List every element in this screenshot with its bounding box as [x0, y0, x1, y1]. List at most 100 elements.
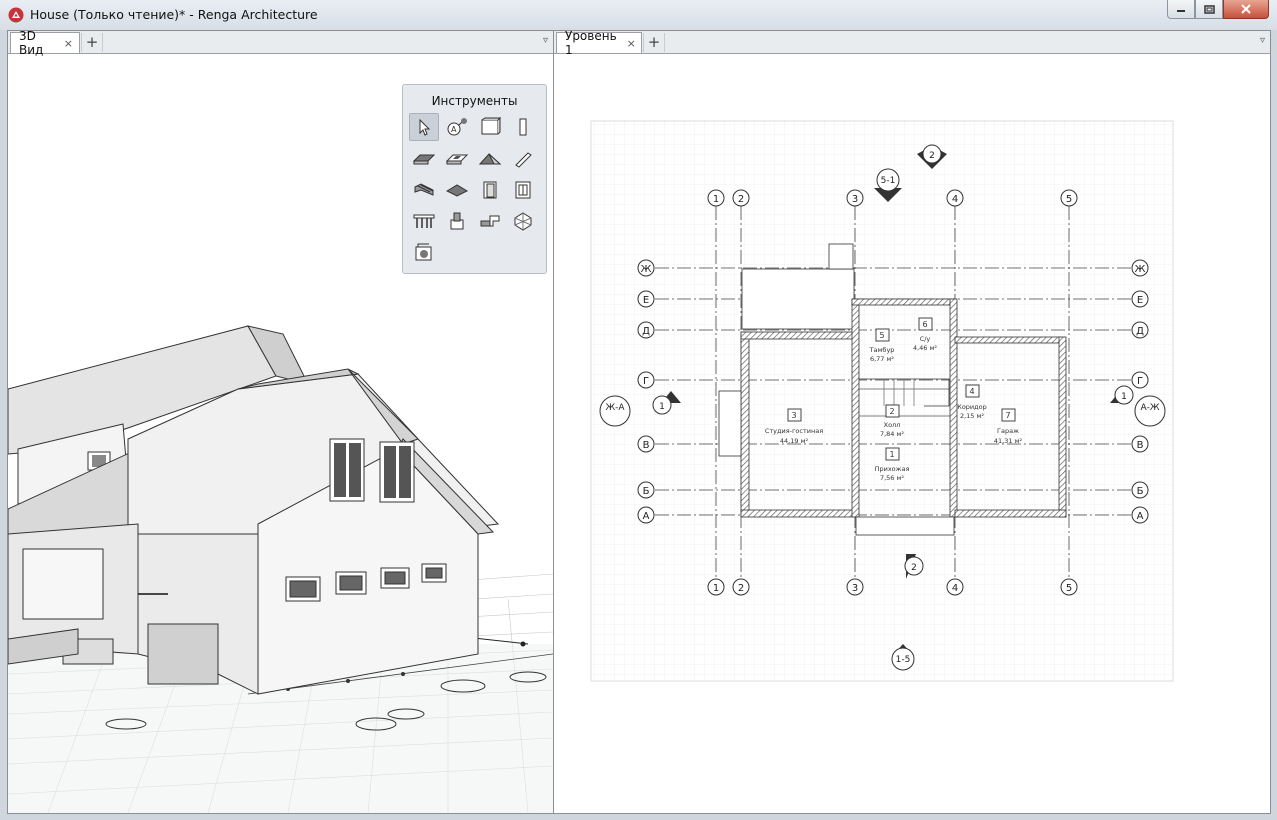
axis-label: Ж	[641, 264, 652, 275]
add-tab-button[interactable]: +	[643, 33, 665, 52]
opening-tool-button[interactable]	[442, 145, 472, 173]
element-tool-button[interactable]	[508, 207, 538, 235]
section-label: 1	[659, 402, 665, 412]
floor-icon	[412, 154, 436, 165]
room-number: 5	[879, 331, 884, 340]
axis-label: Б	[643, 486, 650, 497]
wall-icon	[481, 117, 501, 135]
svg-text:A: A	[451, 125, 457, 134]
minimize-button[interactable]	[1167, 0, 1195, 19]
room-area: 7,56 м²	[880, 474, 904, 482]
tab-close-icon[interactable]: ×	[64, 37, 73, 50]
tab-close-icon[interactable]: ×	[627, 37, 636, 50]
room-area: 7,84 м²	[880, 430, 904, 438]
select-tool-button[interactable]	[409, 113, 439, 141]
tab-level-1[interactable]: Уровень 1 ×	[556, 29, 642, 57]
tab-level-1-label: Уровень 1	[565, 29, 617, 57]
view-3d-tabbar: 3D Вид × + ▿	[8, 29, 553, 57]
element-icon	[514, 212, 532, 231]
window-icon	[515, 181, 531, 199]
room-name: Холл	[884, 421, 901, 429]
view-3d-pane: 3D Вид × + ▿ Инструменты A	[8, 29, 554, 813]
stair-tool-button[interactable]	[409, 176, 439, 204]
restore-icon	[1203, 4, 1215, 14]
room-tool-button[interactable]	[409, 238, 439, 266]
beam-tool-button[interactable]	[508, 145, 538, 173]
axis-label: 2	[738, 583, 744, 594]
axis-label: Г	[643, 376, 649, 387]
wall-tool-button[interactable]	[475, 113, 505, 141]
column-icon	[519, 118, 527, 136]
room-name: С/у	[920, 335, 931, 343]
railing-tool-button[interactable]	[409, 207, 439, 235]
window-controls	[1167, 0, 1269, 20]
room-area: 44,19 м²	[780, 437, 809, 445]
axis-label: 1	[713, 194, 719, 205]
axis-label: А	[1137, 511, 1144, 522]
axis-label: А	[643, 511, 650, 522]
axis-label: Б	[1137, 486, 1144, 497]
axis-label: 2	[738, 194, 744, 205]
tools-panel-title: Инструменты	[431, 94, 518, 108]
room-icon	[415, 243, 432, 261]
title-bar: House (Только чтение)* - Renga Architect…	[0, 0, 1277, 30]
renga-logo-icon	[8, 7, 24, 23]
add-tab-button[interactable]: +	[81, 33, 103, 52]
equipment-icon	[450, 212, 464, 230]
annotation-tool-button[interactable]: A	[442, 113, 472, 141]
ramp-tool-button[interactable]	[442, 176, 472, 204]
opening-icon	[445, 154, 469, 165]
section-label: Ж-А	[605, 403, 625, 413]
room-area: 4,46 м²	[913, 344, 937, 352]
axis-label: 4	[952, 583, 958, 594]
axis-label: 4	[952, 194, 958, 205]
section-label: 2	[929, 151, 935, 161]
ramp-icon	[445, 184, 469, 197]
close-icon	[1241, 4, 1251, 14]
cursor-arrow-icon	[419, 118, 431, 136]
viewport-3d[interactable]: Инструменты A	[8, 54, 553, 813]
tab-3d-view[interactable]: 3D Вид ×	[10, 29, 80, 57]
room-number: 4	[969, 387, 974, 396]
roof-icon	[478, 153, 502, 165]
axis-label: Д	[642, 326, 650, 337]
annotation-icon: A	[447, 118, 467, 136]
tools-panel: Инструменты A	[402, 84, 547, 274]
axis-label: 5	[1066, 583, 1072, 594]
axis-label: 1	[713, 583, 719, 594]
axis-label: 3	[852, 194, 858, 205]
axis-label: В	[643, 440, 650, 451]
tab-menu-icon[interactable]: ▿	[1260, 35, 1265, 46]
maximize-button[interactable]	[1195, 0, 1223, 19]
duct-icon	[480, 215, 500, 227]
door-tool-button[interactable]	[475, 176, 505, 204]
tab-menu-icon[interactable]: ▿	[543, 35, 548, 46]
section-label: А-Ж	[1140, 403, 1159, 413]
room-number: 2	[889, 407, 894, 416]
minimize-icon	[1177, 10, 1185, 12]
floor-tool-button[interactable]	[409, 145, 439, 173]
room-name: Гараж	[997, 427, 1019, 435]
plan-viewport[interactable]: 1 2 3 4 5 1 2 3 4 5 Ж Е Д Г В Б А Ж Е Д …	[554, 54, 1270, 813]
axis-label: Е	[1137, 295, 1143, 306]
room-name: Коридор	[957, 403, 987, 411]
section-label: 1-5	[896, 655, 911, 665]
axis-label: Е	[643, 295, 649, 306]
axis-label: В	[1137, 440, 1144, 451]
column-tool-button[interactable]	[508, 113, 538, 141]
room-number: 1	[889, 450, 894, 459]
window-tool-button[interactable]	[508, 176, 538, 204]
room-area: 6,77 м²	[870, 355, 894, 363]
close-button[interactable]	[1223, 0, 1269, 19]
axis-label: 3	[852, 583, 858, 594]
plan-view-pane: Уровень 1 × + ▿ 1 2 3 4 5 1 2 3 4 5 Ж Е …	[554, 29, 1270, 813]
axis-label: Г	[1137, 376, 1143, 387]
window-title: House (Только чтение)* - Renga Architect…	[30, 7, 318, 22]
room-area: 41,31 м²	[994, 437, 1023, 445]
equipment-tool-button[interactable]	[442, 207, 472, 235]
tab-3d-view-label: 3D Вид	[19, 29, 44, 57]
axis-label: 5	[1066, 194, 1072, 205]
duct-tool-button[interactable]	[475, 207, 505, 235]
room-area: 2,15 м²	[960, 412, 984, 420]
roof-tool-button[interactable]	[475, 145, 505, 173]
